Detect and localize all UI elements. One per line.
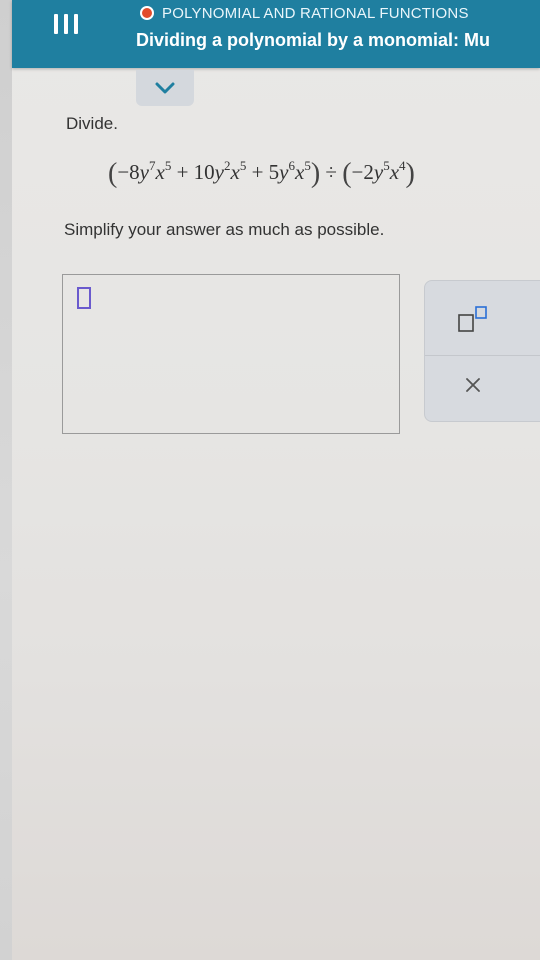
clear-x-icon: [466, 378, 480, 392]
exponent-template-icon: [458, 306, 487, 332]
term1-exp2: 5: [164, 158, 172, 173]
lesson-title: Dividing a polynomial by a monomial: Mu: [136, 30, 491, 50]
term2-var2: x: [230, 160, 240, 184]
close-paren: ): [310, 158, 321, 189]
left-edge-strip: [0, 0, 12, 960]
open-paren: (: [342, 158, 352, 189]
clear-button[interactable]: [453, 369, 493, 401]
answer-placeholder-box[interactable]: [77, 287, 91, 309]
term3-var2: x: [295, 160, 305, 184]
tool-divider: [425, 355, 540, 356]
menu-icon-bar: [74, 14, 78, 34]
divisor-var1: y: [373, 160, 384, 184]
divisor-coefficient: −2: [351, 160, 374, 184]
term1-var2: x: [155, 160, 165, 184]
term1-var1: y: [139, 160, 149, 184]
menu-icon-bar: [54, 14, 58, 34]
instruction-text: Simplify your answer as much as possible…: [64, 220, 385, 239]
answer-input[interactable]: [62, 274, 400, 434]
term1-coefficient: −8: [117, 160, 140, 184]
collapse-toggle-button[interactable]: [136, 70, 194, 106]
close-paren: ): [405, 158, 415, 189]
question-label: Divide.: [66, 114, 118, 133]
menu-icon-bar: [64, 14, 68, 34]
topic-title: POLYNOMIAL AND RATIONAL FUNCTIONS: [162, 5, 469, 22]
exponent-button[interactable]: [453, 299, 493, 339]
term2-coefficient: + 10: [176, 160, 215, 184]
term3-coefficient: + 5: [251, 160, 280, 184]
math-expression: (−8y7x5 + 10y2x5 + 5y6x5) ÷ (−2y5x4): [108, 158, 415, 190]
chevron-down-icon: [155, 82, 175, 94]
topic-status-icon: [140, 6, 154, 20]
top-header-bar: POLYNOMIAL AND RATIONAL FUNCTIONS Dividi…: [12, 0, 540, 68]
term3-var1: y: [279, 160, 289, 184]
divisor-var2: x: [389, 160, 400, 184]
divide-sign: ÷: [320, 160, 343, 184]
menu-icon[interactable]: [54, 14, 78, 34]
term2-exp2: 5: [239, 158, 247, 173]
open-paren: (: [108, 158, 118, 189]
term2-var1: y: [214, 160, 224, 184]
math-tool-panel: [424, 280, 540, 422]
